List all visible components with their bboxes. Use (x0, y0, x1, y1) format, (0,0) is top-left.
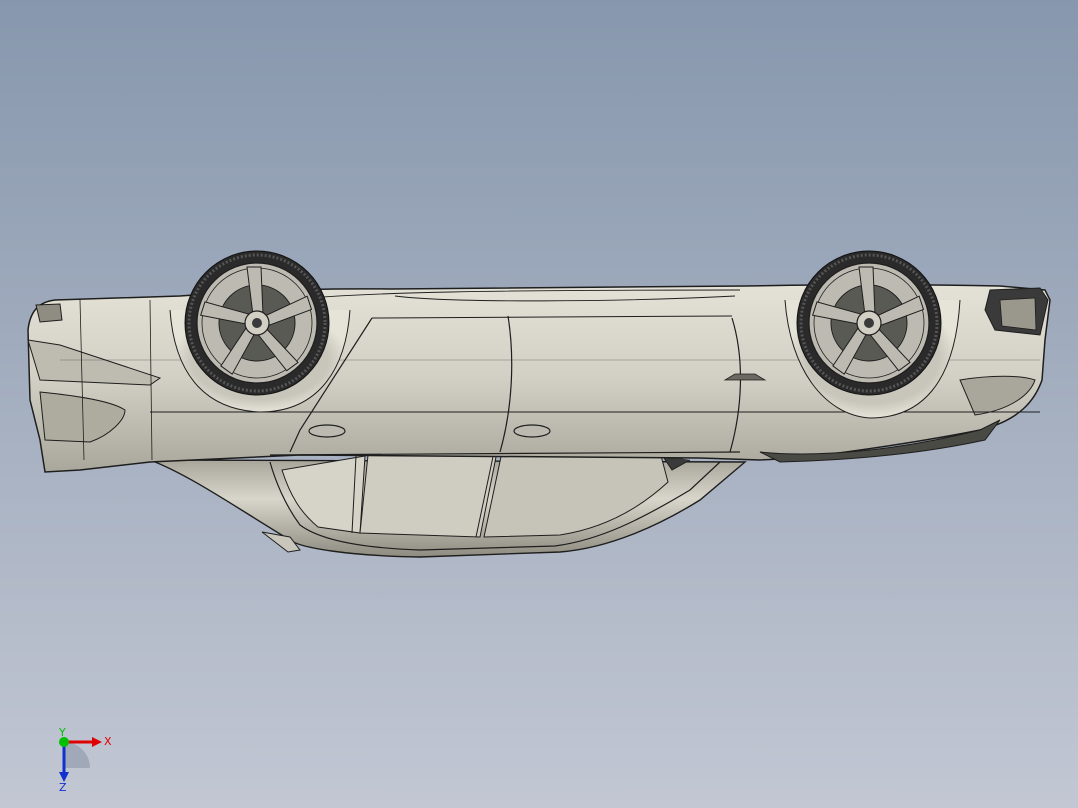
axis-triad: X Y Z (58, 728, 112, 792)
z-axis-label: Z (59, 781, 67, 792)
rear-wheel (796, 250, 942, 396)
car-model[interactable] (0, 0, 1078, 808)
front-wheel (184, 250, 330, 396)
rear-door-handle (513, 424, 551, 438)
graphics-viewport[interactable]: X Y Z (0, 0, 1078, 808)
front-door-handle (308, 424, 346, 438)
x-axis-label: X (104, 735, 112, 748)
window-front (359, 451, 498, 538)
y-axis-label: Y (58, 728, 66, 739)
